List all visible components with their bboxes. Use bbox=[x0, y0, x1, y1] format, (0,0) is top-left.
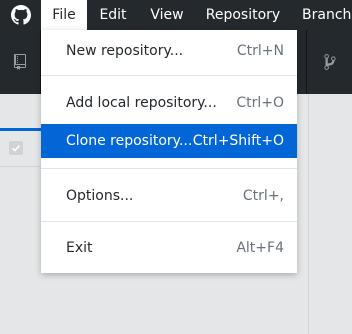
menu-separator bbox=[41, 168, 297, 169]
menu-edit[interactable]: Edit bbox=[87, 0, 139, 30]
content-overlay bbox=[297, 94, 352, 334]
menu-item-shortcut: Alt+F4 bbox=[236, 240, 284, 256]
current-repository-button[interactable] bbox=[0, 30, 41, 94]
menu-item-shortcut: Ctrl+, bbox=[242, 188, 284, 204]
menu-separator bbox=[41, 221, 297, 222]
menu-item-options[interactable]: Options... Ctrl+, bbox=[41, 179, 297, 213]
menu-item-exit[interactable]: Exit Alt+F4 bbox=[41, 231, 297, 265]
menu-item-shortcut: Ctrl+O bbox=[236, 95, 284, 111]
menu-item-label: Options... bbox=[66, 188, 134, 204]
menu-item-shortcut: Ctrl+Shift+O bbox=[192, 133, 284, 149]
menu-item-shortcut: Ctrl+N bbox=[236, 43, 284, 59]
pane-divider bbox=[308, 94, 309, 334]
menu-file[interactable]: File bbox=[41, 0, 87, 30]
menu-item-clone-repository[interactable]: Clone repository... Ctrl+Shift+O bbox=[41, 124, 297, 158]
file-menu-dropdown: New repository... Ctrl+N Add local repos… bbox=[41, 30, 297, 273]
menu-separator bbox=[41, 75, 297, 76]
menu-item-label: Clone repository... bbox=[66, 133, 193, 149]
repository-icon bbox=[14, 54, 26, 70]
menu-item-new-repository[interactable]: New repository... Ctrl+N bbox=[41, 34, 297, 68]
menu-item-label: Exit bbox=[66, 240, 93, 256]
github-mark-icon[interactable] bbox=[0, 0, 41, 30]
menu-view[interactable]: View bbox=[139, 0, 195, 30]
current-branch-button[interactable] bbox=[306, 30, 352, 94]
git-branch-icon bbox=[324, 54, 336, 70]
menu-repository[interactable]: Repository bbox=[195, 0, 291, 30]
checkmark-icon bbox=[11, 144, 21, 152]
menu-item-add-local-repository[interactable]: Add local repository... Ctrl+O bbox=[41, 86, 297, 120]
active-tab-indicator bbox=[0, 128, 41, 131]
row-divider bbox=[0, 166, 41, 167]
menu-bar: File Edit View Repository Branch bbox=[0, 0, 352, 30]
menu-item-label: New repository... bbox=[66, 43, 184, 59]
select-all-checkbox[interactable] bbox=[9, 141, 23, 155]
menu-item-label: Add local repository... bbox=[66, 95, 217, 111]
menu-branch[interactable]: Branch bbox=[291, 0, 352, 30]
